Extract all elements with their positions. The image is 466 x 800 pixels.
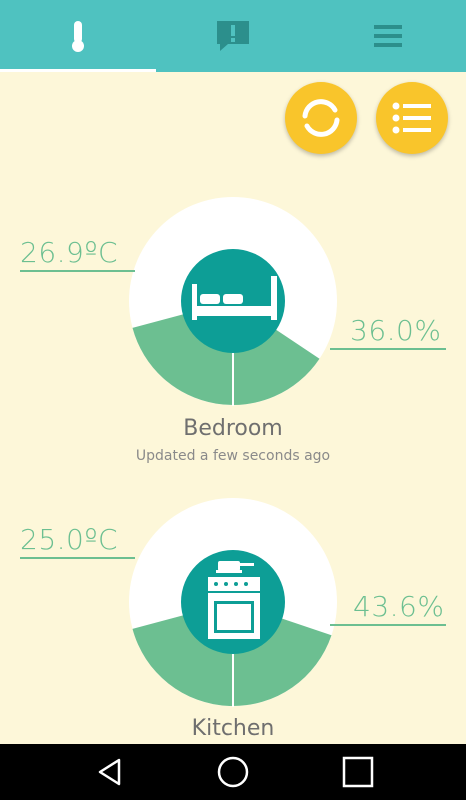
temperature-leader-line <box>20 270 135 272</box>
humidity-leader-line <box>330 624 446 626</box>
refresh-icon <box>302 99 340 137</box>
room-card-bedroom[interactable]: 26.9ºC 36.0% Bedroom Updated a few secon… <box>0 196 466 476</box>
rooms-list[interactable]: 26.9ºC 36.0% Bedroom Updated a few secon… <box>0 72 466 744</box>
humidity-leader-line <box>330 348 446 350</box>
back-icon <box>98 758 121 786</box>
menu-icon <box>374 25 402 47</box>
thermometer-icon <box>72 21 84 52</box>
recents-icon <box>342 756 374 788</box>
tab-alerts[interactable] <box>156 0 310 72</box>
room-name: Kitchen <box>191 716 275 741</box>
refresh-button[interactable] <box>285 82 357 154</box>
system-navigation-bar <box>0 744 466 800</box>
tab-temperature[interactable] <box>0 0 156 72</box>
list-view-button[interactable] <box>376 82 448 154</box>
temperature-leader-line <box>20 557 135 559</box>
stove-icon <box>208 561 260 639</box>
humidity-reading: 43.6% <box>353 590 445 623</box>
temperature-reading: 25.0ºC <box>20 523 119 556</box>
room-name: Bedroom <box>183 416 283 441</box>
home-button[interactable] <box>193 744 273 800</box>
humidity-reading: 36.0% <box>350 314 442 347</box>
recents-button[interactable] <box>318 744 398 800</box>
tab-menu[interactable] <box>310 0 466 72</box>
room-updated-status: Updated a few seconds ago <box>135 448 331 464</box>
list-icon <box>392 102 431 134</box>
alert-message-icon <box>217 21 249 51</box>
top-tab-bar <box>0 0 466 72</box>
room-card-kitchen[interactable]: 25.0ºC 43.6% Kitchen <box>0 497 466 744</box>
bed-icon <box>192 276 277 320</box>
temperature-reading: 26.9ºC <box>20 236 119 269</box>
back-button[interactable] <box>70 744 150 800</box>
home-icon <box>217 756 249 788</box>
